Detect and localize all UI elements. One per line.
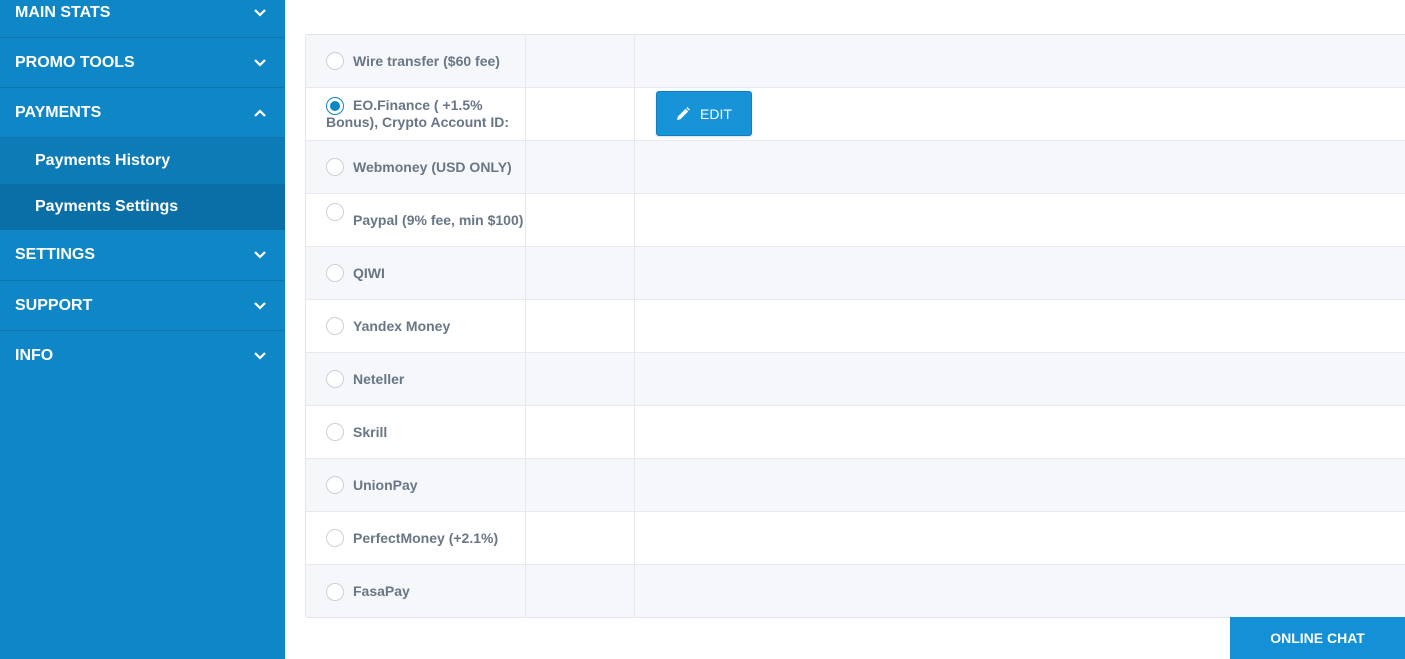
sidebar: MAIN STATS PROMO TOOLS PAYMENTS Payments…: [0, 0, 285, 659]
column-divider: [525, 194, 526, 246]
online-chat-button[interactable]: ONLINE CHAT: [1230, 617, 1405, 659]
sidebar-item-info[interactable]: INFO: [0, 331, 285, 381]
table-row: EO.Finance ( +1.5% Bonus), Crypto Accoun…: [306, 88, 1405, 141]
column-divider: [525, 565, 526, 617]
payment-method-option[interactable]: QIWI: [326, 247, 526, 299]
column-divider: [634, 512, 635, 564]
table-row: UnionPay: [306, 459, 1405, 512]
app: MAIN STATS PROMO TOOLS PAYMENTS Payments…: [0, 0, 1405, 659]
radio-button[interactable]: [326, 370, 344, 388]
payment-method-option[interactable]: Paypal (9% fee, min $100): [326, 194, 526, 246]
column-divider: [525, 141, 526, 193]
online-chat-label: ONLINE CHAT: [1270, 630, 1365, 646]
payment-method-label: Paypal (9% fee, min $100): [353, 211, 524, 228]
column-divider: [634, 247, 635, 299]
column-divider: [525, 35, 526, 87]
sidebar-item-label: INFO: [15, 347, 54, 364]
chevron-down-icon: [254, 58, 266, 67]
payment-method-option[interactable]: Neteller: [326, 353, 526, 405]
pencil-icon: [677, 106, 691, 120]
table-row: Skrill: [306, 406, 1405, 459]
column-divider: [634, 88, 635, 140]
sidebar-item-label: MAIN STATS: [15, 3, 111, 21]
chevron-down-icon: [254, 352, 266, 360]
payment-method-label: Wire transfer ($60 fee): [353, 52, 500, 69]
payment-method-option[interactable]: FasaPay: [326, 565, 526, 617]
radio-button[interactable]: [326, 52, 344, 70]
payment-method-option[interactable]: Webmoney (USD ONLY): [326, 141, 526, 193]
radio-button[interactable]: [326, 158, 344, 176]
payment-method-option[interactable]: Wire transfer ($60 fee): [326, 35, 526, 87]
table-row: Webmoney (USD ONLY): [306, 141, 1405, 194]
payment-method-option[interactable]: UnionPay: [326, 459, 526, 511]
radio-button[interactable]: [326, 264, 344, 282]
payment-method-label: EO.Finance ( +1.5% Bonus), Crypto Accoun…: [326, 97, 510, 130]
column-divider: [525, 247, 526, 299]
chevron-up-icon: [254, 108, 266, 117]
column-divider: [634, 194, 635, 246]
column-divider: [634, 141, 635, 193]
sidebar-item-label: SETTINGS: [15, 246, 96, 263]
table-row: PerfectMoney (+2.1%): [306, 512, 1405, 565]
payment-method-option[interactable]: Yandex Money: [326, 300, 526, 352]
sidebar-item-promo-tools[interactable]: PROMO TOOLS: [0, 38, 285, 88]
table-row: Yandex Money: [306, 300, 1405, 353]
radio-button-selected[interactable]: [326, 97, 344, 115]
payment-methods-table: Wire transfer ($60 fee) EO.Finance ( +1.…: [305, 34, 1405, 618]
column-divider: [525, 406, 526, 458]
payment-method-option[interactable]: Skrill: [326, 406, 526, 458]
column-divider: [525, 353, 526, 405]
column-divider: [634, 35, 635, 87]
sidebar-subitem-label: Payments History: [35, 152, 171, 169]
payment-method-option[interactable]: EO.Finance ( +1.5% Bonus), Crypto Accoun…: [326, 88, 526, 140]
column-divider: [634, 565, 635, 617]
radio-button[interactable]: [326, 529, 344, 547]
column-divider: [525, 300, 526, 352]
sidebar-item-label: PAYMENTS: [15, 103, 102, 121]
table-row: QIWI: [306, 247, 1405, 300]
radio-button[interactable]: [326, 317, 344, 335]
sidebar-item-support[interactable]: SUPPORT: [0, 281, 285, 331]
chevron-down-icon: [254, 301, 266, 310]
column-divider: [634, 353, 635, 405]
sidebar-subitem-label: Payments Settings: [35, 198, 179, 215]
payment-method-label: Webmoney (USD ONLY): [353, 158, 512, 175]
sidebar-item-label: PROMO TOOLS: [15, 53, 135, 71]
edit-button-label: EDIT: [700, 105, 732, 122]
column-divider: [634, 300, 635, 352]
column-divider: [525, 512, 526, 564]
sidebar-item-settings[interactable]: SETTINGS: [0, 230, 285, 281]
chevron-down-icon: [254, 251, 266, 259]
payment-method-label: Yandex Money: [353, 317, 451, 334]
column-divider: [634, 406, 635, 458]
radio-button[interactable]: [326, 423, 344, 441]
sidebar-subitem-payments-settings[interactable]: Payments Settings: [0, 184, 285, 230]
table-row: Neteller: [306, 353, 1405, 406]
radio-button[interactable]: [326, 582, 344, 601]
radio-button[interactable]: [326, 476, 344, 494]
table-row: Wire transfer ($60 fee): [306, 35, 1405, 88]
edit-button[interactable]: EDIT: [656, 91, 752, 136]
sidebar-subitem-payments-history[interactable]: Payments History: [0, 138, 285, 184]
payment-method-label: PerfectMoney (+2.1%): [353, 529, 499, 546]
column-divider: [525, 88, 526, 140]
table-row: Paypal (9% fee, min $100): [306, 194, 1405, 247]
sidebar-item-label: SUPPORT: [15, 296, 93, 314]
chevron-down-icon: [254, 8, 266, 17]
column-divider: [634, 459, 635, 511]
sidebar-item-payments[interactable]: PAYMENTS: [0, 88, 285, 138]
table-row: FasaPay: [306, 565, 1405, 617]
payment-method-option[interactable]: PerfectMoney (+2.1%): [326, 512, 526, 564]
sidebar-item-main-stats[interactable]: MAIN STATS: [0, 0, 285, 38]
radio-button[interactable]: [326, 203, 344, 221]
column-divider: [525, 459, 526, 511]
